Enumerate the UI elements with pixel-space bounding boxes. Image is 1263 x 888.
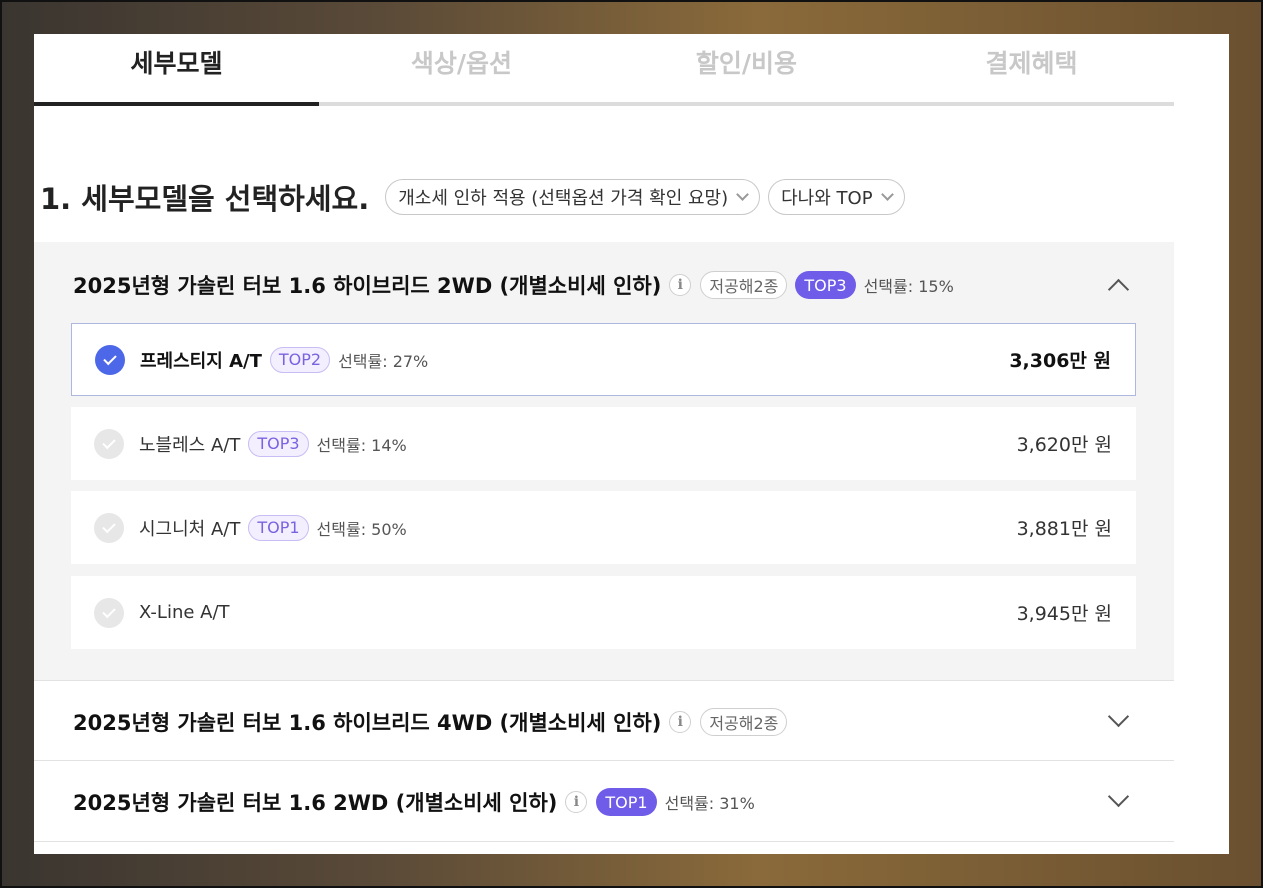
trim-option-signature[interactable]: 시그니처 A/T TOP1 선택률: 50% 3,881만 원 (71, 491, 1136, 564)
check-circle-icon[interactable] (94, 428, 124, 459)
trim-name: 프레스티지 A/T (140, 350, 262, 372)
check-circle-icon[interactable] (94, 597, 124, 628)
chevron-down-icon (880, 188, 894, 201)
group-header[interactable]: 2025년형 가솔린 터보 1.6 하이브리드 2WD (개별소비세 인하) i… (73, 270, 954, 300)
model-selection-panel: 세부모델 색상/옵션 할인/비용 결제혜택 1. 세부모델을 선택하세요. 개소… (34, 34, 1229, 854)
check-circle-icon[interactable] (94, 512, 124, 543)
trim-name: X-Line A/T (139, 602, 230, 623)
trim-option-noblesse[interactable]: 노블레스 A/T TOP3 선택률: 14% 3,620만 원 (71, 407, 1136, 480)
top-badge: TOP1 (596, 788, 657, 816)
model-group-hybrid-2wd: 2025년형 가솔린 터보 1.6 하이브리드 2WD (개별소비세 인하) i… (34, 242, 1174, 680)
model-group-turbo-2wd[interactable]: 2025년형 가솔린 터보 1.6 2WD (개별소비세 인하) i TOP1 … (34, 761, 1174, 842)
tab-color-option[interactable]: 색상/옵션 (319, 34, 604, 102)
selection-rate: 선택률: 14% (316, 435, 407, 455)
sort-dropdown[interactable]: 다나와 TOP (768, 179, 905, 215)
tax-filter-dropdown[interactable]: 개소세 인하 적용 (선택옵션 가격 확인 요망) (385, 179, 761, 215)
trim-name: 시그니처 A/T (139, 518, 241, 540)
emission-badge: 저공해2종 (700, 708, 788, 736)
trim-name: 노블레스 A/T (139, 434, 241, 456)
info-icon[interactable]: i (565, 791, 588, 813)
info-icon[interactable]: i (669, 274, 692, 296)
trim-price: 3,881만 원 (1016, 518, 1112, 540)
model-group-hybrid-4wd[interactable]: 2025년형 가솔린 터보 1.6 하이브리드 4WD (개별소비세 인하) i… (34, 680, 1174, 761)
sort-label: 다나와 TOP (781, 188, 873, 209)
trim-option-prestige[interactable]: 프레스티지 A/T TOP2 선택률: 27% 3,306만 원 (71, 323, 1136, 396)
group-header: 2025년형 가솔린 터보 1.6 2WD (개별소비세 인하) i TOP1 … (73, 787, 755, 817)
top-badge: TOP1 (248, 514, 309, 541)
tab-discount-cost[interactable]: 할인/비용 (604, 34, 889, 102)
section-title: 1. 세부모델을 선택하세요. (40, 182, 370, 216)
trim-price: 3,306만 원 (1009, 350, 1111, 372)
trim-price: 3,620만 원 (1016, 434, 1112, 456)
chevron-down-icon[interactable] (1107, 705, 1130, 728)
trim-price: 3,945만 원 (1016, 603, 1112, 625)
tab-detail-model[interactable]: 세부모델 (34, 34, 319, 106)
top-badge: TOP3 (248, 430, 309, 457)
check-circle-icon[interactable] (95, 344, 125, 375)
selection-rate: 선택률: 31% (664, 794, 755, 813)
group-header: 2025년형 가솔린 터보 1.6 하이브리드 4WD (개별소비세 인하) i… (73, 707, 795, 737)
info-icon[interactable]: i (669, 711, 692, 733)
selection-rate: 선택률: 15% (863, 277, 954, 296)
group-title: 2025년형 가솔린 터보 1.6 하이브리드 2WD (개별소비세 인하) (73, 274, 662, 298)
trim-option-xline[interactable]: X-Line A/T 3,945만 원 (71, 576, 1136, 649)
tax-filter-label: 개소세 인하 적용 (선택옵션 가격 확인 요망) (398, 188, 729, 209)
group-title: 2025년형 가솔린 터보 1.6 2WD (개별소비세 인하) (73, 791, 558, 815)
top-badge: TOP2 (269, 346, 331, 373)
selection-rate: 선택률: 50% (316, 519, 407, 539)
chevron-down-icon (736, 188, 749, 201)
chevron-up-icon[interactable] (1107, 278, 1130, 301)
emission-badge: 저공해2종 (700, 271, 788, 299)
step-tabs: 세부모델 색상/옵션 할인/비용 결제혜택 (34, 34, 1174, 106)
group-title: 2025년형 가솔린 터보 1.6 하이브리드 4WD (개별소비세 인하) (73, 711, 662, 735)
chevron-down-icon[interactable] (1107, 785, 1130, 808)
top-badge: TOP3 (795, 271, 856, 299)
selection-rate: 선택률: 27% (338, 351, 429, 371)
tab-payment-benefit[interactable]: 결제혜택 (889, 34, 1174, 102)
section-header: 1. 세부모델을 선택하세요. 개소세 인하 적용 (선택옵션 가격 확인 요망… (40, 176, 913, 218)
